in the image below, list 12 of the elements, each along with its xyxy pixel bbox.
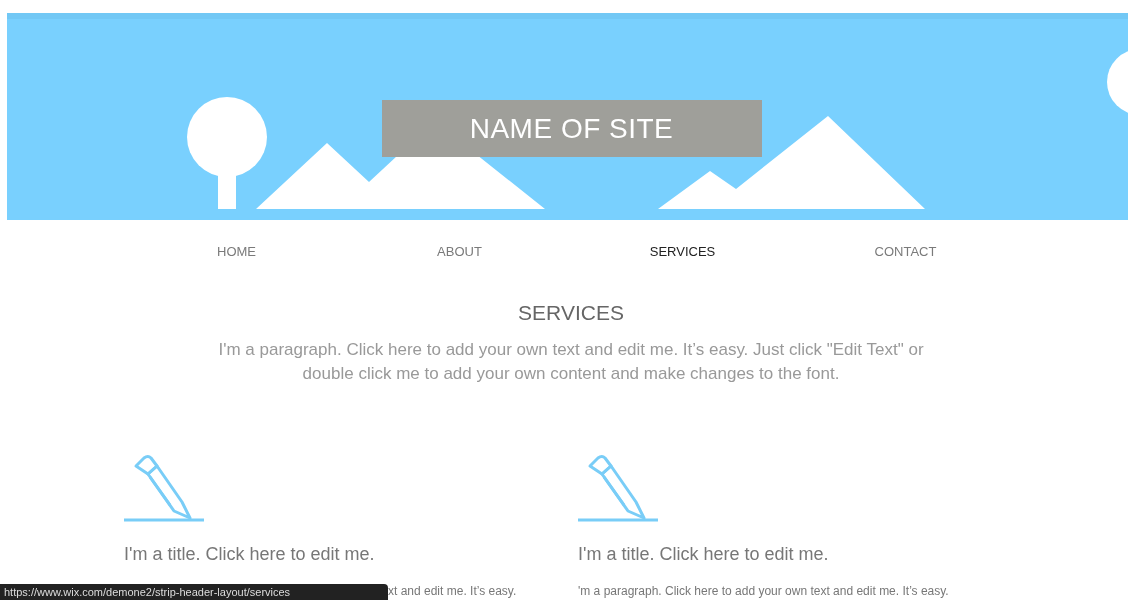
nav-link[interactable]: SERVICES xyxy=(571,244,794,259)
card-paragraph: 'm a paragraph. Click here to add your own text and edit me. It’s easy. xyxy=(578,585,950,598)
nav-link[interactable]: ABOUT xyxy=(348,244,571,259)
section-heading: SERVICES xyxy=(517,301,625,325)
site-name[interactable]: NAME OF SITE xyxy=(381,100,762,157)
card-title: I'm a title. Click here to edit me. xyxy=(578,544,830,565)
nav-link[interactable]: CONTACT xyxy=(794,244,1017,259)
section-paragraph: I'm a paragraph. Click here to add your own text and edit me. It’s easy. Just click "Edit Text" or double click me to add your own content and make changes to the font. xyxy=(217,339,925,385)
nav-link[interactable]: HOME xyxy=(125,244,348,259)
link-status-bar: https://www.wix.com/demone2/strip-header-layout/services xyxy=(0,584,388,600)
card-title: I'm a title. Click here to edit me. xyxy=(124,544,376,565)
card-paragraph: xt and edit me. It’s easy. xyxy=(388,585,518,598)
